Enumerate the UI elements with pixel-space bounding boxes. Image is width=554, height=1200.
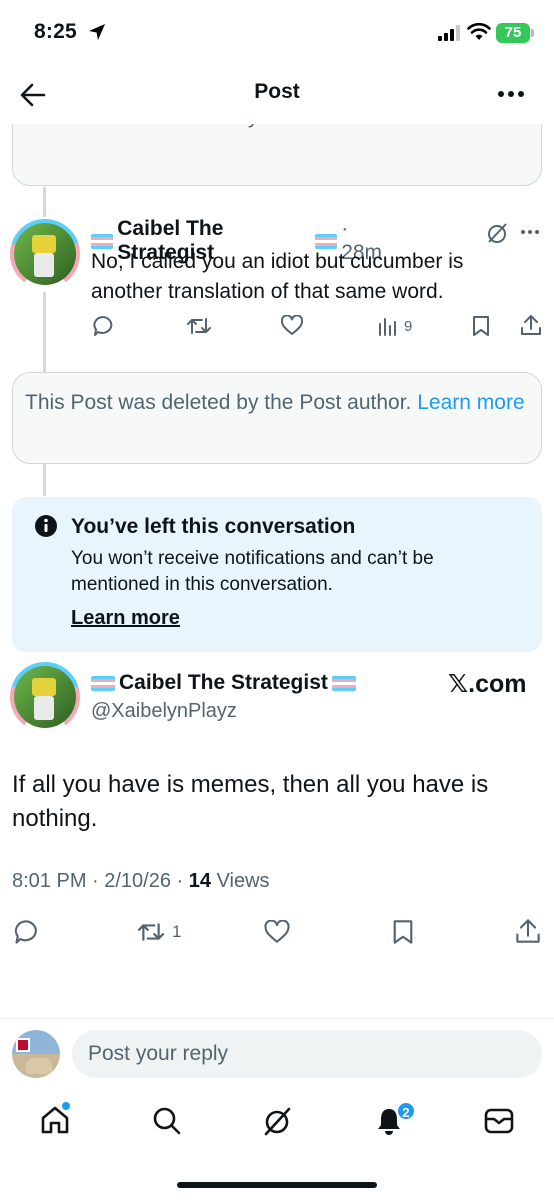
grok-icon[interactable] — [486, 222, 508, 244]
notice-body: You won’t receive notifications and can’… — [71, 548, 434, 595]
reply-icon[interactable] — [92, 315, 114, 337]
author-handle[interactable]: @XaibelynPlayz — [91, 700, 237, 723]
grok-icon[interactable] — [262, 1106, 292, 1136]
reply-icon[interactable] — [13, 919, 39, 945]
deleted-post-top-clip: This Post was deleted by the Post author… — [0, 118, 554, 188]
notice-title: You’ve left this conversation — [71, 515, 356, 538]
bookmark-icon[interactable] — [472, 315, 490, 337]
views-button[interactable]: 9 — [378, 316, 412, 336]
author-name: Caibel The Strategist — [119, 671, 328, 694]
main-post-text: If all you have is memes, then all you h… — [12, 771, 489, 832]
trans-flag-emoji — [91, 675, 115, 691]
like-icon[interactable] — [264, 920, 290, 944]
page-title: Post — [254, 80, 300, 103]
cellular-signal-icon — [438, 25, 460, 41]
home-unread-dot — [62, 1102, 70, 1110]
more-options-icon[interactable] — [497, 90, 525, 98]
divider — [0, 1018, 554, 1019]
repost-count: 1 — [172, 922, 182, 941]
thread-line — [43, 187, 46, 217]
views-count: 14 — [188, 870, 212, 892]
more-icon[interactable] — [520, 229, 540, 235]
bookmark-icon[interactable] — [392, 919, 414, 945]
thread-line — [43, 464, 46, 496]
deleted-post-notice: This Post was deleted by the Post author… — [12, 372, 542, 464]
views-count: 9 — [404, 317, 413, 335]
timestamp-text: 8:01 PM · 2/10/26 · — [12, 870, 189, 892]
x-com-watermark: 𝕏.com — [448, 670, 527, 698]
learn-more-link[interactable]: Learn more — [417, 391, 524, 414]
avatar[interactable] — [10, 219, 80, 289]
info-icon — [35, 515, 57, 537]
repost-button[interactable]: 1 — [136, 920, 181, 944]
repost-icon — [137, 923, 165, 941]
like-icon[interactable] — [281, 315, 303, 336]
repost-icon[interactable] — [186, 315, 212, 337]
notifications-badge: 2 — [396, 1101, 416, 1121]
battery-indicator: 75 — [496, 23, 530, 43]
post-timestamp: 8:01 PM · 2/10/26 · 14 Views — [12, 870, 270, 893]
my-avatar[interactable] — [12, 1030, 60, 1078]
home-indicator — [177, 1182, 377, 1188]
share-icon[interactable] — [520, 314, 542, 336]
notice-learn-more-link[interactable]: Learn more — [71, 607, 180, 630]
messages-icon[interactable] — [484, 1107, 514, 1135]
main-author[interactable]: Caibel The Strategist — [91, 671, 391, 695]
analytics-icon — [379, 318, 396, 336]
scroll-fade — [0, 118, 554, 124]
trans-flag-emoji — [331, 675, 356, 691]
views-label: Views — [211, 870, 270, 892]
wifi-icon — [467, 23, 491, 40]
reply-input[interactable]: Post your reply — [72, 1030, 542, 1078]
share-icon[interactable] — [515, 918, 541, 944]
status-time: 8:25 — [34, 20, 77, 43]
thread-line — [43, 292, 46, 372]
location-arrow-icon — [89, 24, 105, 40]
avatar[interactable] — [10, 662, 80, 732]
deleted-post-text: This Post was deleted by the Post author… — [25, 391, 412, 414]
reply-text: No, I called you an idiot but cucumber i… — [91, 250, 464, 303]
deleted-post-notice: This Post was deleted by the Post author… — [12, 118, 542, 186]
battery-tip — [531, 29, 534, 37]
search-icon[interactable] — [152, 1106, 182, 1136]
